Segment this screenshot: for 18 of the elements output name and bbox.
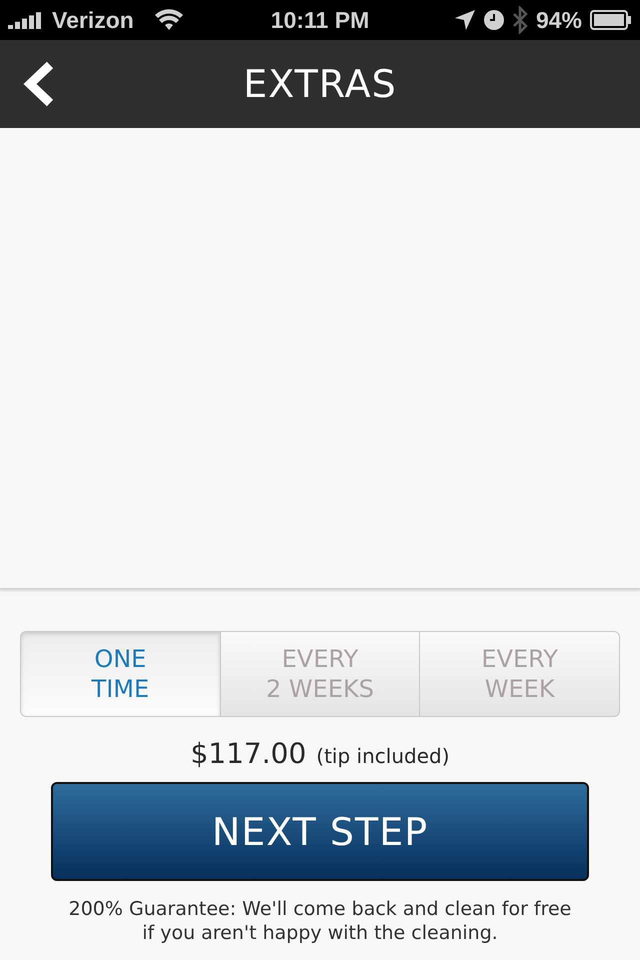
bluetooth-icon <box>512 6 528 34</box>
screen-title: EXTRAS <box>243 62 397 106</box>
battery-icon <box>590 10 632 30</box>
back-chevron-icon <box>22 61 54 107</box>
frequency-tab[interactable]: ONE TIME <box>20 631 221 717</box>
location-arrow-icon <box>454 9 476 31</box>
frequency-tab[interactable]: EVERY WEEK <box>419 631 620 717</box>
carrier-name: Verizon <box>52 6 134 34</box>
battery-percent: 94% <box>536 6 582 34</box>
signal-icon <box>8 11 44 29</box>
clock-icon <box>484 10 504 30</box>
price-amount: $117.00 <box>190 737 306 770</box>
frequency-tab[interactable]: EVERY 2 WEEKS <box>220 631 420 717</box>
next-step-button[interactable]: NEXT STEP <box>51 782 589 881</box>
price-note: (tip included) <box>316 744 450 768</box>
clock-time: 10:11 PM <box>270 6 370 34</box>
wifi-icon <box>154 9 184 31</box>
guarantee-text: 200% Guarantee: We'll come back and clean for free if you aren't happy with the cleaning. <box>68 897 572 945</box>
